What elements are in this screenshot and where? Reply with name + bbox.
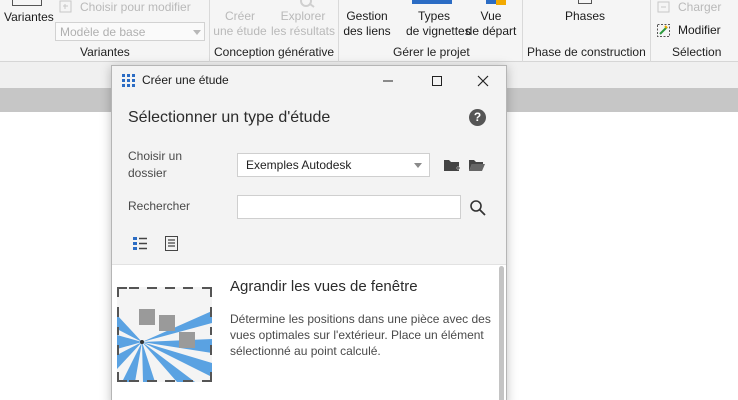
divider <box>338 0 339 62</box>
study-description: Détermine les positions dans une pièce a… <box>230 312 491 358</box>
create-study-button[interactable]: Créer une étude <box>212 9 268 39</box>
variants-button[interactable]: Variantes <box>0 0 54 40</box>
search-input[interactable] <box>237 195 461 219</box>
start-view-button[interactable]: Vue de départ <box>464 0 518 39</box>
folder-select[interactable]: Exemples Autodesk <box>237 153 430 177</box>
group-generative-label: Conception générative <box>214 45 335 59</box>
variants-icon <box>12 0 42 6</box>
close-icon <box>477 75 489 87</box>
group-manage-label: Gérer le projet <box>393 45 470 59</box>
manage-links-button[interactable]: Gestion des liens <box>340 9 394 39</box>
create-study-dialog: Créer une étude Sélectionner un type d'é… <box>111 65 507 400</box>
close-button[interactable] <box>470 69 496 93</box>
grid-icon <box>122 74 135 87</box>
divider <box>650 0 651 62</box>
load-icon <box>657 1 670 13</box>
dialog-title: Créer une étude <box>142 73 229 87</box>
thumbnail-types-button[interactable]: Types de vignettes <box>406 0 471 39</box>
start-view-star-icon <box>496 0 506 5</box>
divider <box>209 0 210 62</box>
folder-label: Choisir un dossier <box>128 149 183 180</box>
dialog-titlebar[interactable]: Créer une étude <box>112 66 506 96</box>
study-list: Agrandir les vues de fenêtre Détermine l… <box>112 264 506 400</box>
study-title: Agrandir les vues de fenêtre <box>230 278 418 295</box>
thumbnail-types-icon <box>412 0 452 4</box>
chevron-down-icon <box>193 30 201 35</box>
group-selection-label: Sélection <box>672 45 722 59</box>
modify-selection-icon <box>657 24 670 37</box>
choose-icon <box>59 0 72 13</box>
phases-button[interactable]: Phases <box>560 0 610 24</box>
dialog-heading: Sélectionner un type d'étude <box>128 109 331 126</box>
model-combo[interactable]: Modèle de base <box>55 22 205 41</box>
explore-results-button[interactable]: Explorer les résultats <box>270 0 336 39</box>
new-folder-icon[interactable] <box>443 157 461 173</box>
search-label: Rechercher <box>128 199 191 213</box>
maximize-button[interactable] <box>424 69 450 93</box>
minimize-icon <box>383 80 393 82</box>
maximize-icon <box>432 76 442 86</box>
minimize-button[interactable] <box>375 69 401 93</box>
scrollbar[interactable] <box>499 266 504 400</box>
group-variants-label: Variantes <box>80 45 130 59</box>
magnifier-icon <box>300 0 315 8</box>
detail-view-icon[interactable] <box>164 236 180 252</box>
window-views-thumbnail <box>117 287 212 382</box>
dialog-content: Sélectionner un type d'étude ? Choisir u… <box>112 96 506 400</box>
phases-icon <box>578 0 592 4</box>
list-view-icon[interactable] <box>133 237 149 251</box>
ribbon: Variantes Choisir pour modifier Modèle d… <box>0 0 738 62</box>
list-item[interactable]: Agrandir les vues de fenêtre Détermine l… <box>112 265 492 400</box>
help-icon[interactable]: ? <box>469 109 486 126</box>
search-icon[interactable] <box>469 199 487 217</box>
group-phase-label: Phase de construction <box>527 45 646 59</box>
open-folder-icon[interactable] <box>468 157 486 173</box>
chevron-down-icon <box>414 163 422 168</box>
divider <box>522 0 523 62</box>
